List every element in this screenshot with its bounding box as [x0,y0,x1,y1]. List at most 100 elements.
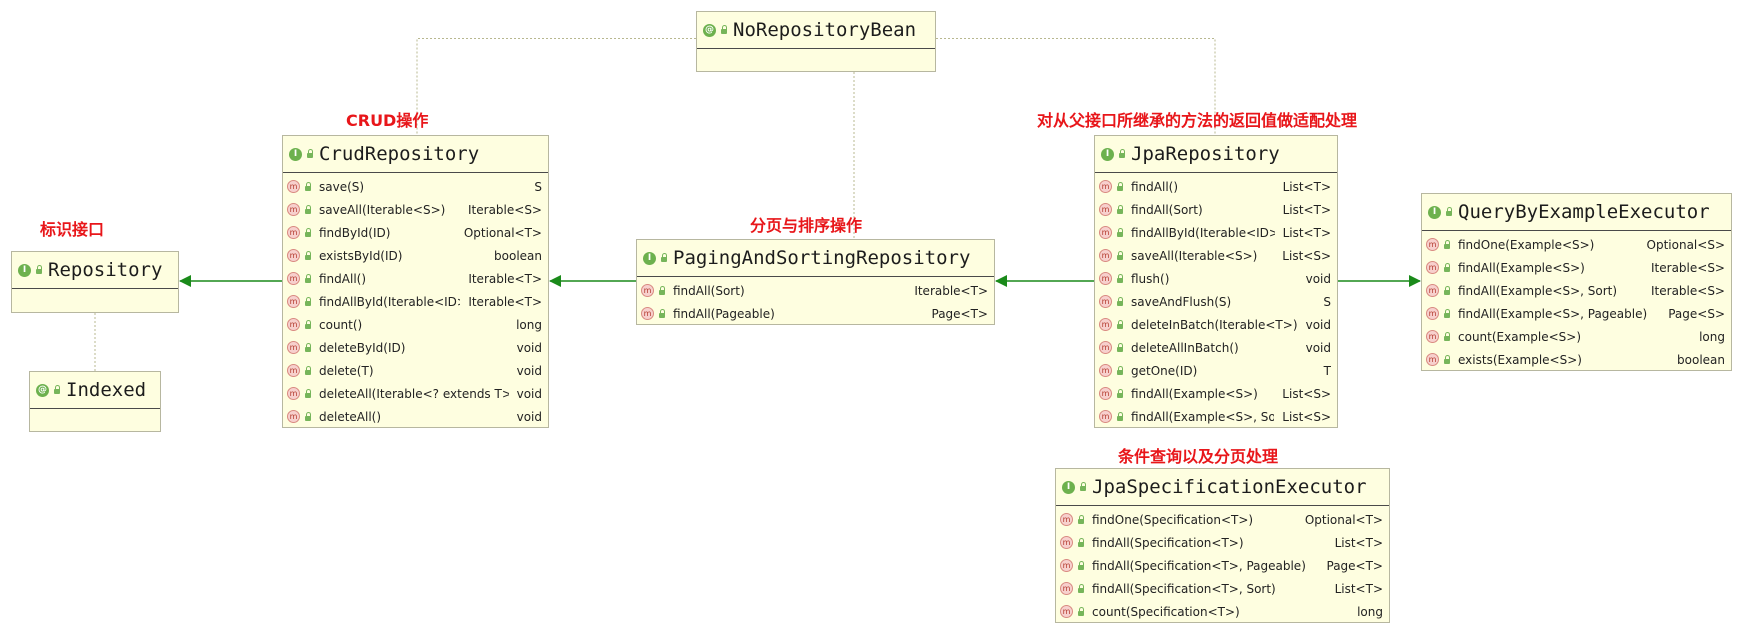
method-row-findall-specification-t[interactable]: m findAll(Specification<T>) List<T> [1056,531,1389,554]
method-row-saveandflush-s[interactable]: m saveAndFlush(S) S [1095,290,1337,313]
note-jpa: 对从父接口所继承的方法的返回值做适配处理 [1037,111,1358,130]
method-return-type: Page<S> [1668,306,1725,321]
public-lock-icon [303,250,313,261]
node-no-repository-bean[interactable]: @ NoRepositoryBean [696,11,936,72]
method-row-deletebyid-id[interactable]: m deleteById(ID) void [283,336,548,359]
method-return-type: List<S> [1282,248,1331,263]
method-row-save-s[interactable]: m save(S) S [283,175,548,198]
method-row-findall-sort[interactable]: m findAll(Sort) Iterable<T> [637,279,994,302]
method-row-deleteinbatch-iterable-t[interactable]: m deleteInBatch(Iterable<T>) void [1095,313,1337,336]
method-icon: m [641,284,654,297]
node-title: JpaRepository [1131,143,1280,165]
method-row-findall-example-s[interactable]: m findAll(Example<S>) Iterable<S> [1422,256,1731,279]
public-lock-icon [1442,285,1452,296]
method-row-findall-example-s-sort[interactable]: m findAll(Example<S>, Sort) List<S> [1095,405,1337,428]
method-return-type: long [1357,604,1383,619]
method-return-type: S [1323,294,1331,309]
method-name: findOne(Example<S>) [1458,237,1595,252]
method-row-count-specification-t[interactable]: m count(Specification<T>) long [1056,600,1389,623]
method-icon: m [1099,341,1112,354]
node-crud-repository[interactable]: I CrudRepository m save(S) Sm saveAll(Iterabl… [282,135,549,428]
node-jpa-repository[interactable]: I JpaRepository m findAll() List<T> m findAll(… [1094,135,1338,428]
method-icon: m [287,410,300,423]
node-title: Repository [48,259,163,281]
method-return-type: Iterable<T> [468,294,542,309]
method-row-findall[interactable]: m findAll() List<T> [1095,175,1337,198]
method-row-findallbyid-iterable-id[interactable]: m findAllById(Iterable<ID>) List<T> [1095,221,1337,244]
method-return-type: void [516,340,542,355]
method-row-findall-specification-t-sort[interactable]: m findAll(Specification<T>, Sort) List<T> [1056,577,1389,600]
method-icon: m [1426,261,1439,274]
interface-icon: I [643,251,656,265]
method-name: findAll(Example<S>) [1131,386,1258,401]
method-name: findAll(Sort) [673,283,745,298]
method-name: findAll(Example<S>, Pageable) [1458,306,1648,321]
public-lock-icon [657,308,667,319]
method-row-findall-example-s-pageable[interactable]: m findAll(Example<S>, Pageable) Page<S> [1422,302,1731,325]
node-query-by-example-executor[interactable]: I QueryByExampleExecutor m findOne(Example<… [1421,193,1732,371]
method-row-saveall-iterable-s[interactable]: m saveAll(Iterable<S>) List<S> [1095,244,1337,267]
method-row-deleteall-iterable-extends-t[interactable]: m deleteAll(Iterable<? extends T>) void [283,382,548,405]
method-return-type: Iterable<S> [1651,260,1725,275]
method-row-findone-example-s[interactable]: m findOne(Example<S>) Optional<S> [1422,233,1731,256]
method-icon: m [1099,180,1112,193]
method-name: findAll(Specification<T>, Sort) [1092,581,1276,596]
method-name: findAllById(Iterable<ID>) [1131,225,1275,240]
method-row-findall-specification-t-pageable[interactable]: m findAll(Specification<T>, Pageable) Page… [1056,554,1389,577]
method-row-delete-t[interactable]: m delete(T) void [283,359,548,382]
method-icon: m [1099,226,1112,239]
method-icon: m [1060,559,1073,572]
public-lock-icon [1078,482,1088,492]
public-lock-icon [303,204,313,215]
method-row-exists-example-s[interactable]: m exists(Example<S>) boolean [1422,348,1731,371]
method-name: findAll(Pageable) [673,306,775,321]
method-name: exists(Example<S>) [1458,352,1582,367]
method-row-findall-example-s[interactable]: m findAll(Example<S>) List<S> [1095,382,1337,405]
method-icon: m [287,249,300,262]
method-return-type: List<T> [1282,225,1331,240]
method-row-findbyid-id[interactable]: m findById(ID) Optional<T> [283,221,548,244]
node-header: I PagingAndSortingRepository [637,240,994,277]
public-lock-icon [719,25,729,35]
method-row-findall-pageable[interactable]: m findAll(Pageable) Page<T> [637,302,994,325]
method-return-type: T [1323,363,1331,378]
method-return-type: void [516,363,542,378]
method-return-type: Iterable<S> [1651,283,1725,298]
method-return-type: S [534,179,542,194]
public-lock-icon [1076,537,1086,548]
public-lock-icon [1117,149,1127,159]
method-icon: m [1060,605,1073,618]
note-crud: CRUD操作 [346,111,429,130]
method-icon: m [1426,353,1439,366]
method-name: saveAll(Iterable<S>) [319,202,446,217]
method-list: m findOne(Example<S>) Optional<S> m findAll(… [1422,231,1731,371]
method-return-type: Page<T> [931,306,989,321]
node-jpa-specification-executor[interactable]: I JpaSpecificationExecutor m findOne(Specif… [1055,468,1390,623]
method-row-deleteall[interactable]: m deleteAll() void [283,405,548,428]
public-lock-icon [1115,273,1125,284]
method-row-saveall-iterable-s[interactable]: m saveAll(Iterable<S>) Iterable<S> [283,198,548,221]
method-row-findall-sort[interactable]: m findAll(Sort) List<T> [1095,198,1337,221]
node-repository[interactable]: I Repository [11,251,179,313]
method-return-type: Iterable<S> [468,202,542,217]
method-row-getone-id[interactable]: m getOne(ID) T [1095,359,1337,382]
method-name: saveAndFlush(S) [1131,294,1232,309]
method-row-count[interactable]: m count() long [283,313,548,336]
node-paging-and-sorting-repository[interactable]: I PagingAndSortingRepository m findAll(Sort… [636,239,995,325]
public-lock-icon [657,285,667,296]
note-marker-interface: 标识接口 [40,220,105,239]
method-row-findall-example-s-sort[interactable]: m findAll(Example<S>, Sort) Iterable<S> [1422,279,1731,302]
node-indexed[interactable]: @ Indexed [29,371,161,432]
method-row-findallbyid-iterable-id[interactable]: m findAllById(Iterable<ID>) Iterable<T> [283,290,548,313]
method-icon: m [287,272,300,285]
method-row-deleteallinbatch[interactable]: m deleteAllInBatch() void [1095,336,1337,359]
method-icon: m [1099,203,1112,216]
method-icon: m [1099,387,1112,400]
public-lock-icon [1442,308,1452,319]
method-row-flush[interactable]: m flush() void [1095,267,1337,290]
method-row-count-example-s[interactable]: m count(Example<S>) long [1422,325,1731,348]
method-row-findall[interactable]: m findAll() Iterable<T> [283,267,548,290]
method-row-existsbyid-id[interactable]: m existsById(ID) boolean [283,244,548,267]
interface-icon: I [289,147,302,161]
method-row-findone-specification-t[interactable]: m findOne(Specification<T>) Optional<T> [1056,508,1389,531]
